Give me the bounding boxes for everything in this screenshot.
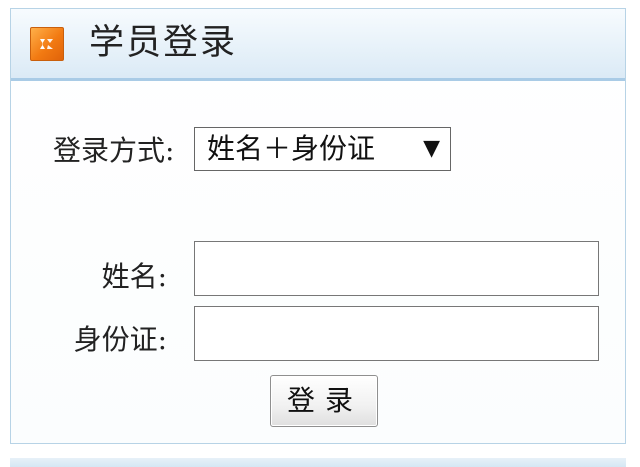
orange-logo-icon bbox=[30, 27, 64, 61]
login-panel: 学员登录 登录方式: 姓名＋身份证 ▼ 姓名: 身份证: 登录 bbox=[10, 8, 626, 444]
login-method-select[interactable]: 姓名＋身份证 ▼ bbox=[194, 127, 451, 171]
login-method-value: 姓名＋身份证 bbox=[207, 132, 376, 165]
id-number-label: 身份证: bbox=[73, 323, 167, 356]
name-label: 姓名: bbox=[101, 260, 167, 293]
page-title: 学员登录 bbox=[89, 23, 238, 63]
login-method-label: 登录方式: bbox=[53, 134, 175, 167]
name-input[interactable] bbox=[194, 241, 599, 296]
login-button[interactable]: 登录 bbox=[270, 375, 378, 427]
panel-header: 学员登录 bbox=[11, 9, 625, 81]
bottom-strip bbox=[10, 458, 626, 467]
id-number-input[interactable] bbox=[194, 306, 599, 361]
dropdown-arrow-icon: ▼ bbox=[423, 136, 440, 161]
